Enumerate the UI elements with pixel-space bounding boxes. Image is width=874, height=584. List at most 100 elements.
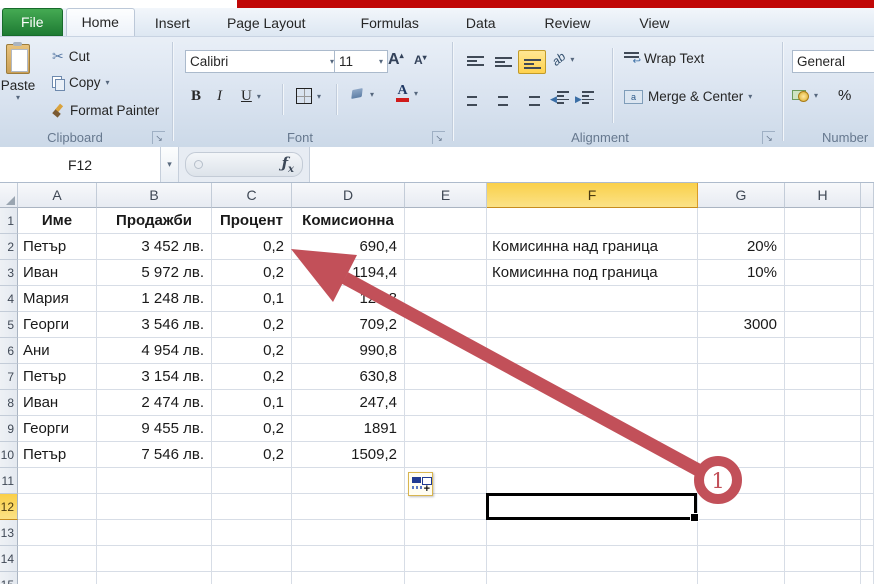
fill-color-caret[interactable]: ▾ — [370, 90, 374, 99]
cell-H12[interactable] — [785, 494, 861, 520]
cell-B3[interactable]: 5 972 лв. — [97, 260, 212, 286]
cell-D8[interactable]: 247,4 — [292, 390, 405, 416]
cell-I8[interactable] — [861, 390, 874, 416]
cell-I10[interactable] — [861, 442, 874, 468]
row-header-8[interactable]: 8 — [0, 390, 18, 416]
borders-button[interactable]: ▾ — [296, 88, 321, 104]
cell-G6[interactable] — [698, 338, 785, 364]
row-header-12[interactable]: 12 — [0, 494, 18, 520]
cell-G14[interactable] — [698, 546, 785, 572]
row-header-4[interactable]: 4 — [0, 286, 18, 312]
cell-C9[interactable]: 0,2 — [212, 416, 292, 442]
cell-D2[interactable]: 690,4 — [292, 234, 405, 260]
cell-E12[interactable] — [405, 494, 487, 520]
cell-I12[interactable] — [861, 494, 874, 520]
cell-E2[interactable] — [405, 234, 487, 260]
cell-F6[interactable] — [487, 338, 698, 364]
cell-B6[interactable]: 4 954 лв. — [97, 338, 212, 364]
cell-G11[interactable] — [698, 468, 785, 494]
alignment-dialog-launcher-icon[interactable]: ↘ — [762, 131, 775, 144]
cell-A1[interactable]: Име — [18, 208, 97, 234]
cell-B15[interactable] — [97, 572, 212, 584]
cell-A14[interactable] — [18, 546, 97, 572]
cell-C6[interactable]: 0,2 — [212, 338, 292, 364]
cell-D14[interactable] — [292, 546, 405, 572]
row-header-11[interactable]: 11 — [0, 468, 18, 494]
cell-F14[interactable] — [487, 546, 698, 572]
accounting-caret[interactable]: ▾ — [814, 91, 818, 100]
insert-function-button[interactable]: ƒx — [185, 152, 303, 177]
cell-A9[interactable]: Георги — [18, 416, 97, 442]
cell-G12[interactable] — [698, 494, 785, 520]
cell-A2[interactable]: Петър — [18, 234, 97, 260]
cell-H10[interactable] — [785, 442, 861, 468]
cell-C10[interactable]: 0,2 — [212, 442, 292, 468]
column-header-F[interactable]: F — [487, 182, 698, 208]
accounting-format-button[interactable]: ▾ — [792, 88, 818, 102]
cell-D7[interactable]: 630,8 — [292, 364, 405, 390]
percent-style-button[interactable]: % — [838, 87, 851, 104]
font-color-button[interactable]: A ▾ — [396, 85, 418, 102]
grow-font-button[interactable]: A — [388, 51, 404, 69]
cell-F1[interactable] — [487, 208, 698, 234]
middle-align-button[interactable] — [490, 51, 516, 73]
cell-D11[interactable] — [292, 468, 405, 494]
font-family-combo[interactable]: Calibri ▾ — [185, 50, 339, 73]
cell-F15[interactable] — [487, 572, 698, 584]
cell-G8[interactable] — [698, 390, 785, 416]
underline-button[interactable]: U ▾ — [241, 88, 261, 105]
cell-F8[interactable] — [487, 390, 698, 416]
cut-button[interactable]: ✂ Cut — [52, 48, 90, 65]
cell-H13[interactable] — [785, 520, 861, 546]
bold-button[interactable]: B — [191, 88, 201, 105]
cell-H5[interactable] — [785, 312, 861, 338]
cell-I13[interactable] — [861, 520, 874, 546]
cell-B5[interactable]: 3 546 лв. — [97, 312, 212, 338]
cell-G4[interactable] — [698, 286, 785, 312]
align-left-button[interactable] — [462, 88, 488, 110]
cell-G13[interactable] — [698, 520, 785, 546]
fill-handle[interactable] — [690, 513, 699, 522]
column-header-G[interactable]: G — [698, 182, 785, 208]
cell-I4[interactable] — [861, 286, 874, 312]
cell-E13[interactable] — [405, 520, 487, 546]
cell-C1[interactable]: Процент — [212, 208, 292, 234]
cell-A8[interactable]: Иван — [18, 390, 97, 416]
cell-C14[interactable] — [212, 546, 292, 572]
cell-A11[interactable] — [18, 468, 97, 494]
name-box[interactable]: F12 — [0, 147, 161, 182]
cell-G7[interactable] — [698, 364, 785, 390]
paste-dropdown-caret[interactable]: ▾ — [0, 93, 44, 102]
cell-D5[interactable]: 709,2 — [292, 312, 405, 338]
cell-B12[interactable] — [97, 494, 212, 520]
row-header-3[interactable]: 3 — [0, 260, 18, 286]
cell-A15[interactable] — [18, 572, 97, 584]
cell-F4[interactable] — [487, 286, 698, 312]
cell-B2[interactable]: 3 452 лв. — [97, 234, 212, 260]
row-header-2[interactable]: 2 — [0, 234, 18, 260]
tab-page-layout[interactable]: Page Layout — [212, 10, 321, 36]
cell-F10[interactable] — [487, 442, 698, 468]
column-header-C[interactable]: C — [212, 182, 292, 208]
align-right-button[interactable] — [518, 88, 544, 110]
cell-G9[interactable] — [698, 416, 785, 442]
cell-D6[interactable]: 990,8 — [292, 338, 405, 364]
tab-home[interactable]: Home — [66, 8, 135, 36]
cell-H8[interactable] — [785, 390, 861, 416]
wrap-text-button[interactable]: ↩ Wrap Text — [624, 51, 704, 66]
selected-cell-outline[interactable] — [486, 493, 697, 520]
cell-E7[interactable] — [405, 364, 487, 390]
cell-D10[interactable]: 1509,2 — [292, 442, 405, 468]
cell-H2[interactable] — [785, 234, 861, 260]
cell-B4[interactable]: 1 248 лв. — [97, 286, 212, 312]
cell-D4[interactable]: 124,8 — [292, 286, 405, 312]
cell-H9[interactable] — [785, 416, 861, 442]
cell-F11[interactable] — [487, 468, 698, 494]
align-center-button[interactable] — [490, 88, 516, 110]
cell-G3[interactable]: 10% — [698, 260, 785, 286]
cell-F3[interactable]: Комисинна под граница — [487, 260, 698, 286]
merge-center-caret[interactable]: ▾ — [748, 92, 752, 101]
bottom-align-button[interactable] — [518, 50, 546, 74]
cell-E15[interactable] — [405, 572, 487, 584]
cell-A5[interactable]: Георги — [18, 312, 97, 338]
